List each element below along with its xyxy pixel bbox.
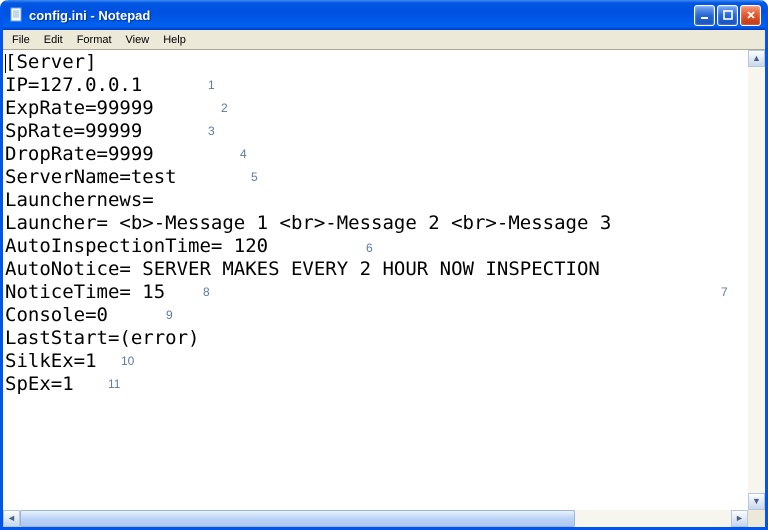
scroll-up-button[interactable]: ▲ xyxy=(748,50,765,67)
maximize-button[interactable] xyxy=(717,5,738,26)
menu-format[interactable]: Format xyxy=(70,32,119,48)
notepad-window: config.ini - Notepad File Edit Format Vi… xyxy=(0,0,768,530)
annotation-label: 1 xyxy=(208,78,215,92)
menu-help[interactable]: Help xyxy=(156,32,193,48)
chevron-down-icon: ▼ xyxy=(752,497,761,506)
annotation-label: 7 xyxy=(721,285,728,299)
annotation-label: 3 xyxy=(208,124,215,138)
scroll-left-button[interactable]: ◄ xyxy=(3,510,20,527)
horizontal-scroll-thumb[interactable] xyxy=(20,510,575,527)
chevron-right-icon: ► xyxy=(735,514,744,523)
scroll-corner xyxy=(748,510,765,527)
menu-file[interactable]: File xyxy=(5,32,37,48)
menu-view[interactable]: View xyxy=(119,32,157,48)
horizontal-scroll-track[interactable] xyxy=(20,510,731,527)
vertical-scrollbar[interactable]: ▲ ▼ xyxy=(748,50,765,510)
chevron-up-icon: ▲ xyxy=(752,54,761,63)
annotation-label: 2 xyxy=(221,101,228,115)
scroll-down-button[interactable]: ▼ xyxy=(748,493,765,510)
vertical-scroll-track[interactable] xyxy=(748,67,765,493)
annotation-label: 4 xyxy=(240,147,247,161)
annotation-label: 8 xyxy=(203,285,210,299)
annotation-label: 11 xyxy=(108,377,120,391)
menubar: File Edit Format View Help xyxy=(3,30,765,50)
text-editor[interactable]: [Server] IP=127.0.0.1 ExpRate=99999 SpRa… xyxy=(3,50,748,510)
close-button[interactable] xyxy=(740,5,761,26)
horizontal-scrollbar[interactable]: ◄ ► xyxy=(3,510,765,527)
annotation-label: 6 xyxy=(366,241,373,255)
notepad-icon xyxy=(9,7,25,23)
scroll-right-button[interactable]: ► xyxy=(731,510,748,527)
minimize-button[interactable] xyxy=(694,5,715,26)
titlebar[interactable]: config.ini - Notepad xyxy=(3,0,765,30)
window-controls xyxy=(694,5,761,26)
annotation-label: 10 xyxy=(121,354,134,368)
editor-wrap: [Server] IP=127.0.0.1 ExpRate=99999 SpRa… xyxy=(3,50,765,510)
annotation-label: 5 xyxy=(251,170,258,184)
client-area: [Server] IP=127.0.0.1 ExpRate=99999 SpRa… xyxy=(3,50,765,527)
annotation-label: 9 xyxy=(166,308,173,322)
window-title: config.ini - Notepad xyxy=(29,8,694,23)
menu-edit[interactable]: Edit xyxy=(37,32,70,48)
chevron-left-icon: ◄ xyxy=(7,514,16,523)
